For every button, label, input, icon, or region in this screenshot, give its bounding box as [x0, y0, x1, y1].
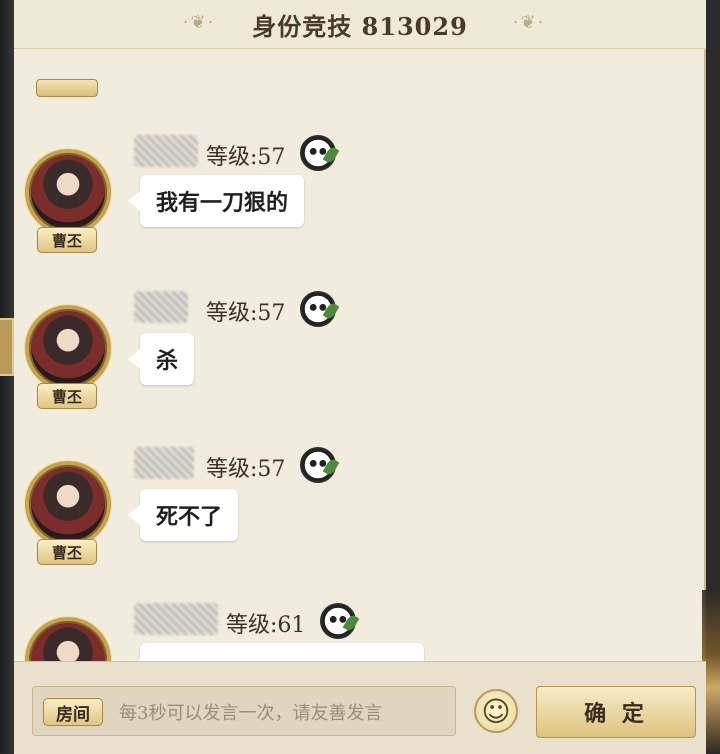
partial-name-badge [36, 79, 98, 97]
message-bubble [128, 643, 424, 661]
header-ornament-right-icon: ·❦· [512, 12, 546, 33]
message-bubble: 死不了 [127, 489, 239, 541]
header-ornament-left-icon: ·❦· [182, 12, 216, 33]
side-tab-handle[interactable] [0, 318, 14, 376]
chat-input-bar: 房间 每3秒可以发言一次，请友善发言 ☺ 确 定 [14, 661, 706, 754]
redacted-player-name [134, 135, 198, 167]
chat-message: 曹丕 等级:57 死不了 [14, 439, 706, 589]
hero-name-badge: 曹丕 [37, 227, 97, 253]
chat-header: ·❦· 身份竞技 813029 ·❦· [14, 0, 706, 49]
avatar[interactable] [25, 149, 111, 235]
avatar[interactable] [25, 461, 111, 547]
room-channel-button[interactable]: 房间 [43, 698, 103, 726]
message-bubble: 杀 [127, 333, 195, 385]
redacted-player-name [134, 447, 194, 479]
chat-message: 曹丕 等级:57 我有一刀狠的 [14, 127, 706, 277]
chat-message: 等级:61 [14, 595, 706, 661]
player-level: 等级:57 [206, 145, 286, 170]
hero-name-badge: 曹丕 [37, 539, 97, 565]
avatar[interactable] [25, 617, 111, 661]
chat-message: 曹丕 等级:57 杀 [14, 283, 706, 433]
chat-message-list[interactable]: 曹丕 等级:57 我有一刀狠的 曹丕 等级:57 杀 曹丕 等级:57 死不了 … [14, 49, 706, 661]
confirm-button[interactable]: 确 定 [536, 686, 696, 738]
hero-name-badge: 曹丕 [37, 383, 97, 409]
chat-input-placeholder[interactable]: 每3秒可以发言一次，请友善发言 [119, 687, 382, 737]
chat-input[interactable]: 房间 每3秒可以发言一次，请友善发言 [32, 686, 456, 736]
message-bubble: 我有一刀狠的 [127, 175, 305, 227]
player-level: 等级:61 [226, 613, 306, 638]
redacted-player-name [134, 291, 188, 323]
player-level: 等级:57 [206, 457, 286, 482]
avatar[interactable] [25, 305, 111, 391]
player-level: 等级:57 [206, 301, 286, 326]
redacted-player-name [134, 603, 218, 635]
page-title: 身份竞技 813029 [252, 11, 468, 41]
smiley-icon[interactable]: ☺ [474, 689, 518, 733]
